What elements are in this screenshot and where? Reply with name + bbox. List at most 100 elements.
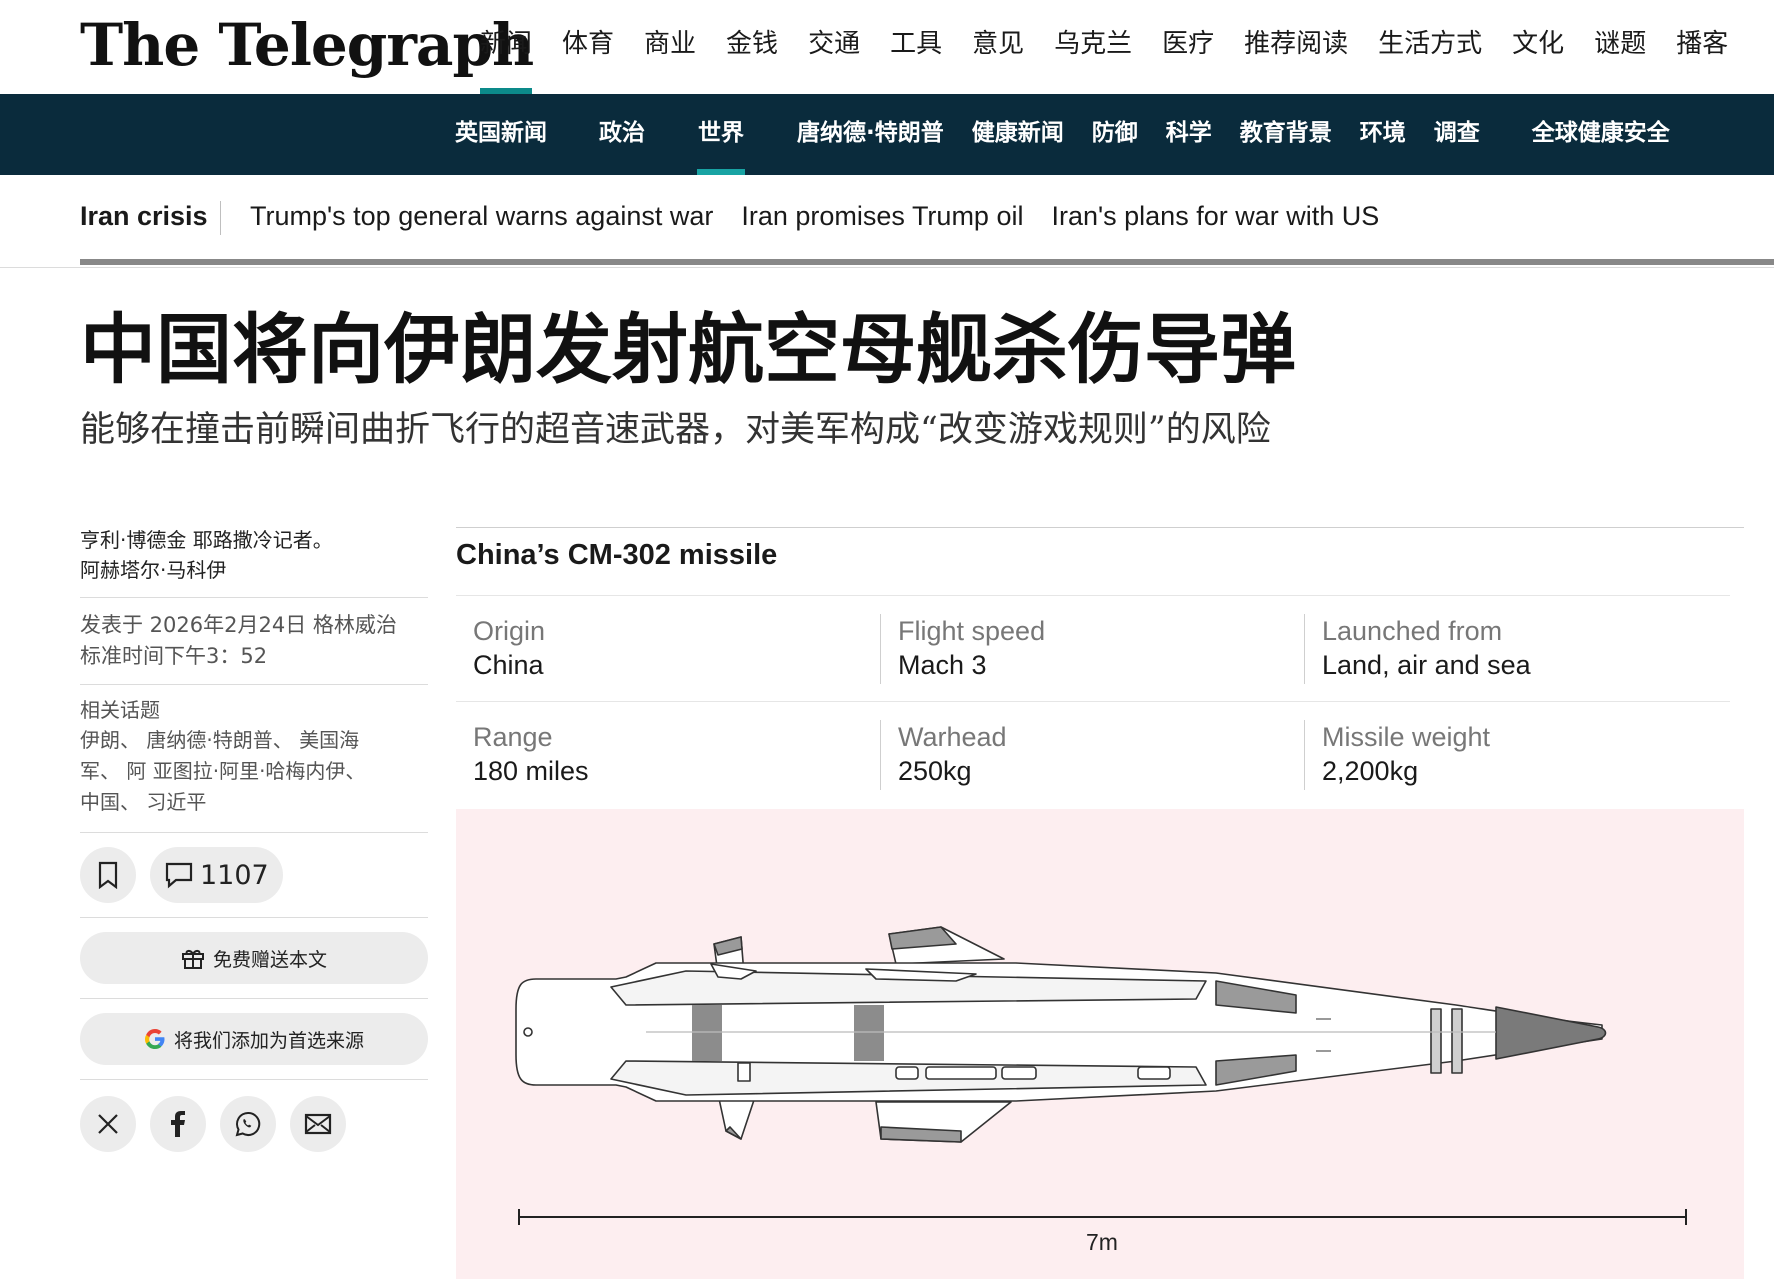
related-topics-line[interactable]: 中国、 习近平	[80, 787, 428, 818]
comment-count: 1107	[200, 859, 269, 891]
section-nav-environment[interactable]: 环境	[1360, 94, 1406, 175]
top-nav-item-sport[interactable]: 体育	[562, 0, 614, 94]
section-nav-global-health-security[interactable]: 全球健康安全	[1532, 94, 1670, 175]
byline-author-1[interactable]: 亨利·博德金 耶路撒冷记者。	[80, 525, 428, 555]
spec-range: Range 180 miles	[456, 720, 589, 790]
top-nav-item-podcasts[interactable]: 播客	[1676, 0, 1728, 94]
share-email-button[interactable]	[290, 1096, 346, 1152]
spec-label: Warhead	[898, 722, 1007, 752]
comment-icon	[165, 862, 193, 889]
gift-article-button[interactable]: 免费赠送本文	[80, 932, 428, 984]
spec-origin: Origin China	[456, 614, 545, 684]
article-headline: 中国将向伊朗发射航空母舰杀伤导弹	[80, 305, 1296, 394]
related-topics-label: 相关话题	[80, 698, 160, 722]
missile-illustration: 7m	[515, 926, 1687, 1255]
top-nav-item-tools[interactable]: 工具	[890, 0, 942, 94]
spec-launched-from: Launched from Land, air and sea	[1304, 614, 1531, 684]
section-nav-science[interactable]: 科学	[1166, 94, 1212, 175]
missile-diagram: 7m	[456, 809, 1744, 1279]
section-nav-world[interactable]: 世界	[697, 94, 745, 175]
facebook-icon	[171, 1111, 185, 1137]
topic-link[interactable]: Iran promises Trump oil	[741, 201, 1023, 232]
topic-link[interactable]: Trump's top general warns against war	[250, 201, 713, 232]
topic-links: Trump's top general warns against war Ir…	[250, 201, 1407, 232]
bookmark-icon	[98, 861, 118, 889]
share-x-button[interactable]	[80, 1096, 136, 1152]
section-nav-defence[interactable]: 防御	[1092, 94, 1138, 175]
top-nav-item-health[interactable]: 医疗	[1162, 0, 1214, 94]
reading-progress-bar	[80, 259, 1774, 265]
x-logo-icon	[98, 1114, 118, 1134]
spec-flight-speed: Flight speed Mach 3	[880, 614, 1045, 684]
spec-table: Origin China Flight speed Mach 3 Launche…	[456, 596, 1730, 808]
related-topics-line[interactable]: 伊朗、 唐纳德·特朗普、 美国海	[80, 725, 428, 756]
top-nav-item-lifestyle[interactable]: 生活方式	[1378, 0, 1482, 94]
section-nav-politics[interactable]: 政治	[599, 94, 645, 175]
comments-button[interactable]: 1107	[150, 847, 283, 903]
spec-row: Origin China Flight speed Mach 3 Launche…	[456, 596, 1730, 702]
share-buttons	[80, 1080, 428, 1168]
infographic-top-rule	[456, 527, 1744, 528]
spec-value: Land, air and sea	[1322, 650, 1531, 680]
article-meta: 亨利·博德金 耶路撒冷记者。 阿赫塔尔·马科伊 发表于 2026年2月24日 格…	[80, 525, 428, 1168]
top-bar: The Telegraph 新闻 体育 商业 金钱 交通 工具 意见 乌克兰 医…	[0, 0, 1774, 94]
google-preferred-source-button[interactable]: 将我们添加为首选来源	[80, 1013, 428, 1065]
gift-article-label: 免费赠送本文	[212, 948, 327, 971]
byline-author-2[interactable]: 阿赫塔尔·马科伊	[80, 555, 428, 585]
spec-label: Origin	[473, 616, 546, 646]
byline: 亨利·博德金 耶路撒冷记者。 阿赫塔尔·马科伊	[80, 525, 428, 598]
whatsapp-icon	[235, 1111, 261, 1137]
bookmark-button[interactable]	[80, 847, 136, 903]
top-nav-item-opinion[interactable]: 意见	[972, 0, 1024, 94]
spec-label: Missile weight	[1322, 722, 1491, 752]
section-nav-uk-news[interactable]: 英国新闻	[455, 94, 547, 175]
top-nav: 新闻 体育 商业 金钱 交通 工具 意见 乌克兰 医疗 推荐阅读 生活方式 文化…	[480, 0, 1758, 94]
google-icon	[144, 1029, 165, 1049]
top-nav-item-business[interactable]: 商业	[644, 0, 696, 94]
section-nav-investigations[interactable]: 调查	[1434, 94, 1480, 175]
spec-value: 180 miles	[473, 756, 589, 786]
spec-row: Range 180 miles Warhead 250kg Missile we…	[456, 702, 1730, 808]
site-logo[interactable]: The Telegraph	[80, 12, 534, 78]
top-nav-item-travel[interactable]: 交通	[808, 0, 860, 94]
topic-separator	[220, 201, 221, 235]
related-topics-line[interactable]: 军、 阿 亚图拉·阿里·哈梅内伊、	[80, 756, 428, 787]
top-nav-item-puzzles[interactable]: 谜题	[1594, 0, 1646, 94]
spec-warhead: Warhead 250kg	[880, 720, 1007, 790]
gift-icon	[181, 950, 204, 969]
publish-date-line: 发表于 2026年2月24日 格林威治	[80, 613, 397, 637]
spec-label: Flight speed	[898, 616, 1046, 646]
spec-missile-weight: Missile weight 2,200kg	[1304, 720, 1490, 790]
share-facebook-button[interactable]	[150, 1096, 206, 1152]
google-preferred-source-label: 将我们添加为首选来源	[173, 1029, 364, 1052]
email-icon	[304, 1113, 332, 1135]
top-nav-item-news[interactable]: 新闻	[480, 0, 533, 94]
top-nav-item-ukraine[interactable]: 乌克兰	[1054, 0, 1132, 94]
infographic-title: China’s CM-302 missile	[456, 539, 778, 571]
spec-value: China	[473, 650, 544, 680]
spec-value: 250kg	[898, 756, 972, 786]
top-nav-item-culture[interactable]: 文化	[1512, 0, 1564, 94]
spec-label: Launched from	[1322, 616, 1503, 646]
section-nav-donald-trump[interactable]: 唐纳德·特朗普	[797, 94, 944, 175]
publish-date: 发表于 2026年2月24日 格林威治 标准时间下午3：52	[80, 598, 428, 685]
topic-bar: Iran crisis Trump's top general warns ag…	[0, 175, 1774, 268]
article-actions: 1107	[80, 833, 428, 918]
section-nav-education[interactable]: 教育背景	[1240, 94, 1332, 175]
google-wrap: 将我们添加为首选来源	[80, 999, 428, 1080]
spec-value: Mach 3	[898, 650, 987, 680]
section-nav-health-news[interactable]: 健康新闻	[972, 94, 1064, 175]
topic-label[interactable]: Iran crisis	[80, 201, 208, 232]
scale-label: 7m	[1086, 1229, 1118, 1255]
section-bar: 英国新闻 政治 世界 唐纳德·特朗普 健康新闻 防御 科学 教育背景 环境 调查…	[0, 94, 1774, 175]
gift-wrap: 免费赠送本文	[80, 918, 428, 999]
article-standfirst: 能够在撞击前瞬间曲折飞行的超音速武器，对美军构成“改变游戏规则”的风险	[80, 410, 1271, 450]
share-whatsapp-button[interactable]	[220, 1096, 276, 1152]
section-nav: 英国新闻 政治 世界 唐纳德·特朗普 健康新闻 防御 科学 教育背景 环境 调查…	[455, 94, 1670, 175]
spec-value: 2,200kg	[1322, 756, 1419, 786]
topic-link[interactable]: Iran's plans for war with US	[1051, 201, 1379, 232]
top-nav-item-money[interactable]: 金钱	[726, 0, 778, 94]
spec-label: Range	[473, 722, 553, 752]
related-topics: 相关话题 伊朗、 唐纳德·特朗普、 美国海 军、 阿 亚图拉·阿里·哈梅内伊、 …	[80, 685, 428, 833]
top-nav-item-recommended[interactable]: 推荐阅读	[1244, 0, 1348, 94]
